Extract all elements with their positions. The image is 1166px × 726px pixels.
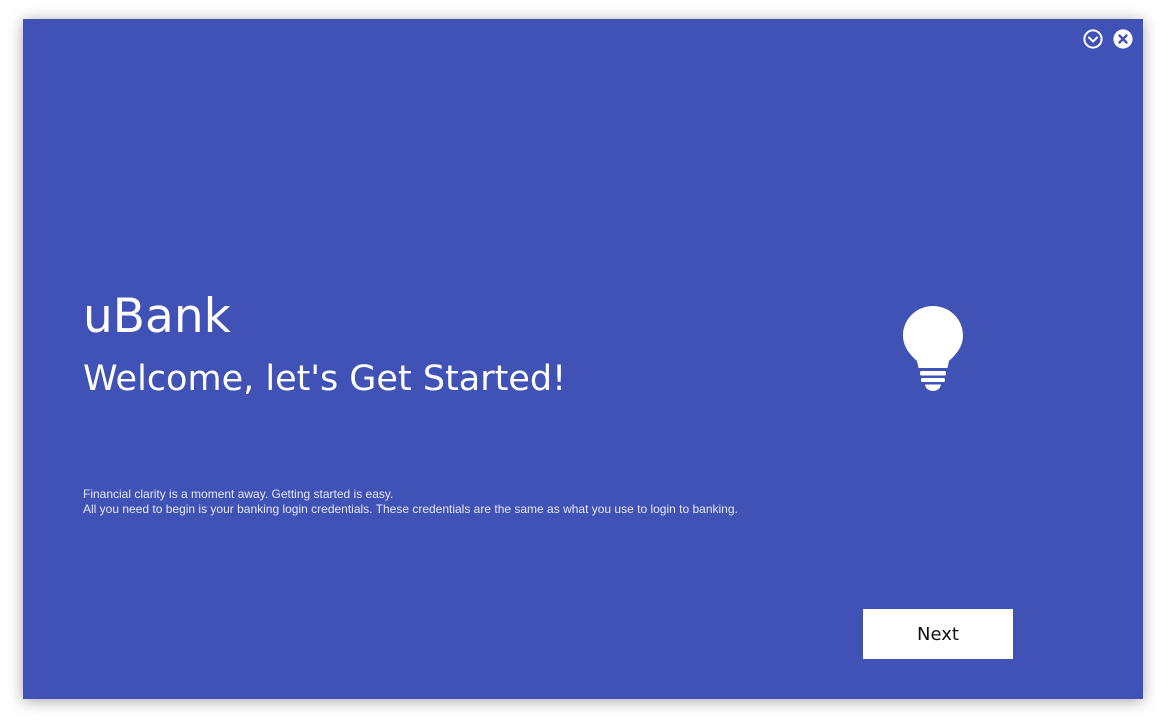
close-circle-icon[interactable] xyxy=(1113,29,1133,49)
app-title: uBank xyxy=(83,289,231,344)
welcome-heading: Welcome, let's Get Started! xyxy=(83,359,567,399)
window-controls xyxy=(1083,29,1133,49)
next-button[interactable]: Next xyxy=(863,609,1013,659)
lightbulb-icon xyxy=(903,306,963,391)
chevron-down-circle-icon[interactable] xyxy=(1083,29,1103,49)
description-line-1: Financial clarity is a moment away. Gett… xyxy=(83,487,394,501)
description: Financial clarity is a moment away. Gett… xyxy=(83,487,738,517)
description-line-2: All you need to begin is your banking lo… xyxy=(83,502,738,516)
app-window: uBank Welcome, let's Get Started! Financ… xyxy=(23,19,1143,699)
